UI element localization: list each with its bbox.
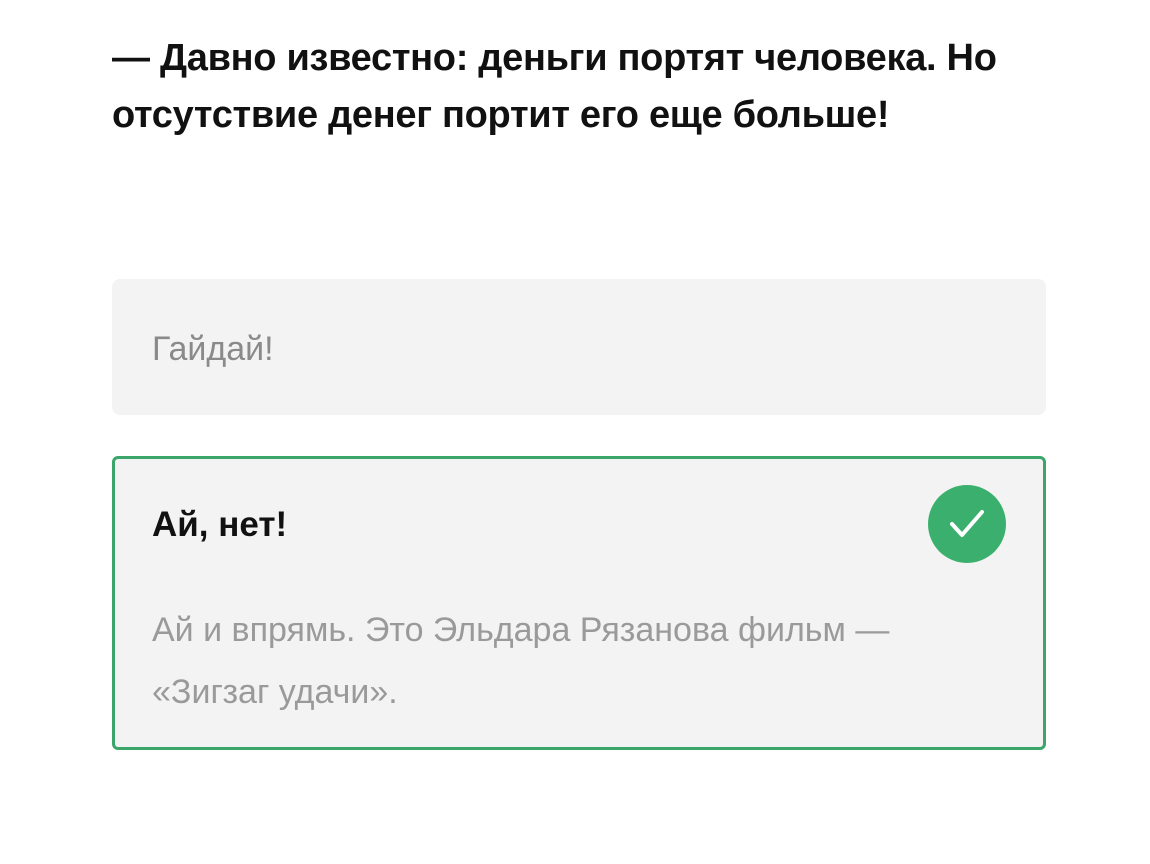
answer-option-label: Ай, нет! <box>152 505 288 544</box>
question-text: — Давно известно: деньги портят человека… <box>112 37 997 136</box>
answer-option-gaidai[interactable]: Гайдай! <box>112 279 1046 415</box>
answer-explanation: Ай и впрямь. Это Эльдара Рязанова фильм … <box>152 611 890 711</box>
answer-option-label: Гайдай! <box>152 330 274 368</box>
answer-option-correct[interactable]: Ай, нет! Ай и впрямь. Это Эльдара Рязано… <box>112 456 1046 750</box>
checkmark-icon <box>928 485 1006 563</box>
